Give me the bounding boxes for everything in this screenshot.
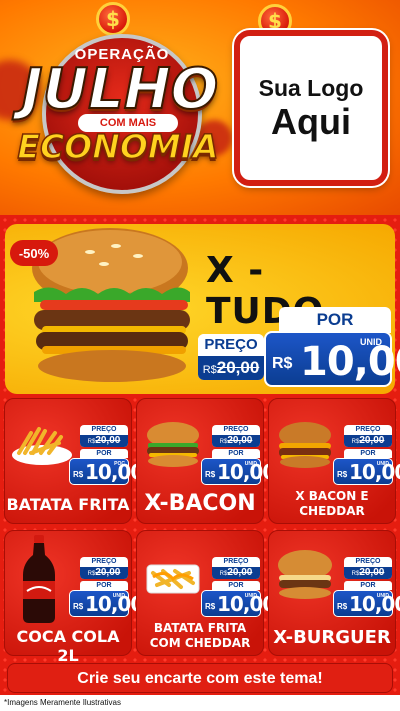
old-price-label: PREÇO — [91, 558, 117, 565]
old-price-tag: PREÇO R$20,00 — [80, 425, 128, 447]
header-banner: $ $ OPERAÇÃO JULHO COM MAIS ECONOMIA Sua… — [0, 0, 400, 215]
new-price-tag: R$ 10,00 UNID — [264, 331, 400, 387]
discount-badge: -50% — [10, 240, 58, 266]
currency-label: R$ — [337, 470, 348, 479]
por-label: POR — [344, 449, 392, 458]
badge-line-julho: JULHO — [21, 57, 219, 122]
unit-label: UNID — [376, 461, 389, 467]
old-price-label: PREÇO — [355, 558, 381, 565]
old-price-value: R$20,00 — [212, 435, 260, 447]
currency-label: R$ — [337, 602, 348, 611]
old-price-amount: 20,00 — [216, 358, 260, 377]
new-price-tag: R$ 10,00 UNID — [333, 458, 400, 485]
currency-label: R$ — [205, 602, 216, 611]
old-price-value: R$20,00 — [344, 435, 392, 447]
new-price-tag: R$ 10,00 POÇ — [69, 458, 144, 485]
new-price-tag: R$ 10,00 UNID — [69, 590, 144, 617]
product-name: X BACON E CHEDDAR — [295, 489, 369, 518]
old-price-amount: 20,00 — [227, 567, 253, 578]
por-label: POR — [344, 581, 392, 590]
currency-label: R$ — [73, 470, 84, 479]
old-price-label: PREÇO — [91, 426, 117, 433]
logo-text-line2: Aqui — [271, 100, 351, 142]
footnote: *Imagens Meramente Ilustrativas — [4, 698, 121, 707]
old-price-value: R$20,00 — [212, 567, 260, 579]
product-card: PREÇO R$20,00 POR R$ 10,00 UNID X-BACON — [136, 398, 276, 524]
burger-icon — [147, 422, 199, 467]
old-price-amount: 20,00 — [95, 567, 121, 578]
price-value: 10,00 — [349, 460, 400, 484]
old-price-label: PREÇO — [198, 334, 264, 356]
old-price-tag: PREÇO R$20,00 — [212, 425, 260, 447]
product-name: COCA COLA 2L — [16, 627, 120, 665]
por-label: POR — [80, 449, 128, 458]
soda-bottle-icon — [23, 535, 55, 623]
unit-label: POÇ — [114, 461, 125, 467]
product-name: X-BACON — [144, 491, 256, 516]
por-label: POR — [212, 581, 260, 590]
old-price-value: R$20,00 — [198, 356, 264, 380]
old-price-label: PREÇO — [223, 558, 249, 565]
fries-cheddar-icon — [146, 564, 200, 594]
product-card: PREÇO R$20,00 POR R$ 10,00 UNID COCA COL… — [4, 530, 144, 665]
currency-label: R$ — [205, 470, 216, 479]
old-price-value: R$20,00 — [344, 567, 392, 579]
new-price-tag: R$ 10,00 UNID — [201, 458, 276, 485]
old-price-amount: 20,00 — [227, 435, 253, 446]
old-price-label: PREÇO — [223, 426, 249, 433]
old-price-tag: PREÇO R$20,00 — [212, 557, 260, 579]
unit-label: UNID — [360, 337, 382, 347]
por-label: POR — [80, 581, 128, 590]
old-price-value: R$20,00 — [80, 567, 128, 579]
currency-label: R$ — [73, 602, 84, 611]
old-price-amount: 20,00 — [359, 435, 385, 446]
old-price-tag: PREÇO R$20,00 — [80, 557, 128, 579]
burger-icon — [278, 550, 332, 599]
old-price-tag: PREÇO R$20,00 — [344, 425, 392, 447]
product-card: PREÇO R$20,00 POR R$ 10,00 UNID X-BURGUE… — [268, 530, 400, 656]
old-price-prefix: R$ — [202, 364, 217, 376]
product-name: BATATA FRITA COM CHEDDAR — [149, 621, 251, 650]
product-card: PREÇO R$20,00 POR R$ 10,00 UNID X BACON … — [268, 398, 400, 524]
old-price-label: PREÇO — [355, 426, 381, 433]
price-value: 10,00 — [349, 592, 400, 616]
new-price-tag: R$ 10,00 UNID — [201, 590, 276, 617]
por-label: POR — [212, 449, 260, 458]
burger-icon — [279, 422, 331, 468]
unit-label: UNID — [112, 593, 125, 599]
unit-label: UNID — [244, 593, 257, 599]
old-price-amount: 20,00 — [359, 567, 385, 578]
por-label: POR — [279, 307, 391, 333]
logo-text-line1: Sua Logo — [258, 74, 364, 101]
product-card: PREÇO R$20,00 POR R$ 10,00 UNID BATATA F… — [136, 530, 276, 656]
cta-banner[interactable]: Crie seu encarte com este tema! — [7, 663, 393, 693]
product-card: PREÇO R$20,00 POR R$ 10,00 POÇ BATATA FR… — [4, 398, 144, 524]
fries-icon — [12, 427, 72, 465]
logo-placeholder: Sua Logo Aqui — [234, 30, 388, 186]
old-price-amount: 20,00 — [95, 435, 121, 446]
product-name: X-BURGUER — [273, 627, 391, 648]
price-value: 10,00 — [300, 339, 400, 385]
old-price-tag: PREÇO R$20,00 — [198, 334, 264, 380]
currency-label: R$ — [272, 355, 293, 372]
unit-label: UNID — [376, 593, 389, 599]
old-price-value: R$20,00 — [80, 435, 128, 447]
new-price-tag: R$ 10,00 UNID — [333, 590, 400, 617]
old-price-tag: PREÇO R$20,00 — [344, 557, 392, 579]
badge-line-economia: ECONOMIA — [17, 127, 220, 167]
product-name: BATATA FRITA — [6, 495, 130, 514]
unit-label: UNID — [244, 461, 257, 467]
campaign-badge: OPERAÇÃO JULHO COM MAIS ECONOMIA — [17, 24, 220, 194]
